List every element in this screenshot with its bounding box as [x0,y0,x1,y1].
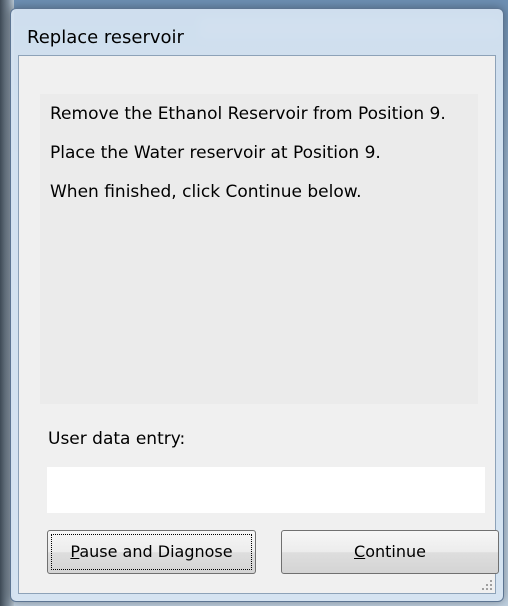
pause-accelerator-key: P [70,542,80,561]
message-line-3: When finished, click Continue below. [50,182,362,202]
user-data-entry-input[interactable] [47,467,485,513]
message-panel: Remove the Ethanol Reservoir from Positi… [40,94,478,404]
dialog-title: Replace reservoir [27,27,184,48]
pause-button-label: ause and Diagnose [79,542,233,561]
title-bar[interactable]: Replace reservoir [11,9,503,55]
replace-reservoir-dialog: Replace reservoir Remove the Ethanol Res… [10,8,504,602]
size-grip-icon[interactable] [479,577,493,591]
continue-button-label: ontinue [365,542,426,561]
message-line-2: Place the Water reservoir at Position 9. [50,143,381,163]
dialog-client-area: Remove the Ethanol Reservoir from Positi… [18,55,499,594]
continue-button[interactable]: Continue [281,530,499,574]
user-data-entry-label: User data entry: [48,429,186,449]
continue-accelerator-key: C [354,542,366,561]
pause-and-diagnose-button[interactable]: Pause and Diagnose [47,530,256,574]
message-line-1: Remove the Ethanol Reservoir from Positi… [50,104,446,124]
